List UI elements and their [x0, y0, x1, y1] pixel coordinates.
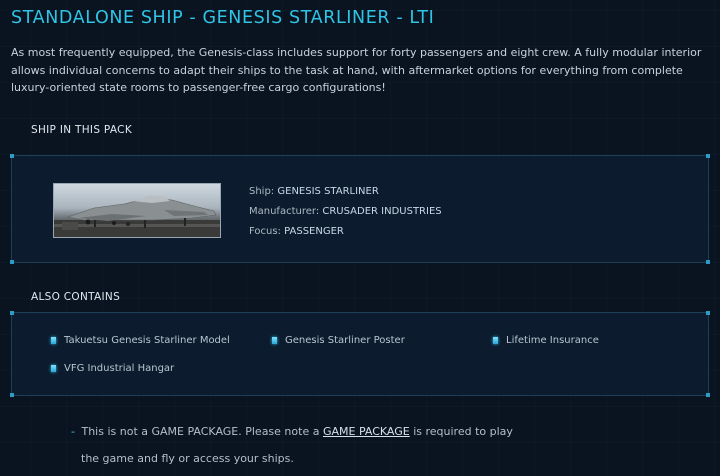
focus-value: PASSENGER [284, 226, 344, 237]
panel-corner-marker [706, 393, 710, 397]
bullet-icon [493, 337, 498, 344]
contains-item-label: Lifetime Insurance [506, 335, 599, 346]
panel-corner-marker [10, 393, 14, 397]
contains-item: VFG Industrial Hangar [51, 363, 174, 374]
bullet-icon [51, 365, 56, 372]
panel-corner-marker [10, 311, 14, 315]
contains-item: Genesis Starliner Poster [272, 335, 405, 346]
bullet-icon [51, 337, 56, 344]
ship-section-heading: SHIP IN THIS PACK [31, 124, 132, 136]
manufacturer-value: CRUSADER INDUSTRIES [322, 206, 442, 217]
panel-corner-marker [706, 154, 710, 158]
ship-panel: Ship: GENESIS STARLINER Manufacturer: CR… [10, 154, 710, 264]
game-package-link[interactable]: GAME PACKAGE [323, 425, 410, 438]
ship-image[interactable] [53, 183, 221, 238]
notice-line-2: the game and fly or access your ships. [81, 452, 294, 465]
ship-name-label: Ship: [249, 186, 275, 197]
focus-label: Focus: [249, 226, 281, 237]
notice-dash: - [71, 425, 75, 438]
contains-item: Lifetime Insurance [493, 335, 599, 346]
contains-item-label: Genesis Starliner Poster [285, 335, 405, 346]
ship-silhouette-icon [54, 196, 220, 237]
contains-section-heading: ALSO CONTAINS [31, 291, 121, 303]
pack-description: As most frequently equipped, the Genesis… [11, 46, 702, 94]
notice-text-after: is required to play [409, 425, 513, 438]
bullet-icon [272, 337, 277, 344]
ship-details: Ship: GENESIS STARLINER Manufacturer: CR… [249, 182, 442, 242]
page-title: STANDALONE SHIP - GENESIS STARLINER - LT… [11, 8, 435, 28]
contains-panel: Takuetsu Genesis Starliner Model Genesis… [10, 311, 710, 397]
contains-item: Takuetsu Genesis Starliner Model [51, 335, 230, 346]
focus-row: Focus: PASSENGER [249, 222, 442, 242]
panel-corner-marker [706, 260, 710, 264]
contains-item-label: VFG Industrial Hangar [64, 363, 175, 374]
panel-corner-marker [10, 154, 14, 158]
panel-corner-marker [706, 311, 710, 315]
contains-item-label: Takuetsu Genesis Starliner Model [64, 335, 230, 346]
notice-text-before: This is not a GAME PACKAGE. Please note … [81, 425, 323, 438]
manufacturer-row: Manufacturer: CRUSADER INDUSTRIES [249, 202, 442, 222]
panel-corner-marker [10, 260, 14, 264]
ship-name-row: Ship: GENESIS STARLINER [249, 182, 442, 202]
game-package-notice: - This is not a GAME PACKAGE. Please not… [71, 418, 541, 472]
manufacturer-label: Manufacturer: [249, 206, 320, 217]
ship-name-value: GENESIS STARLINER [277, 186, 379, 197]
